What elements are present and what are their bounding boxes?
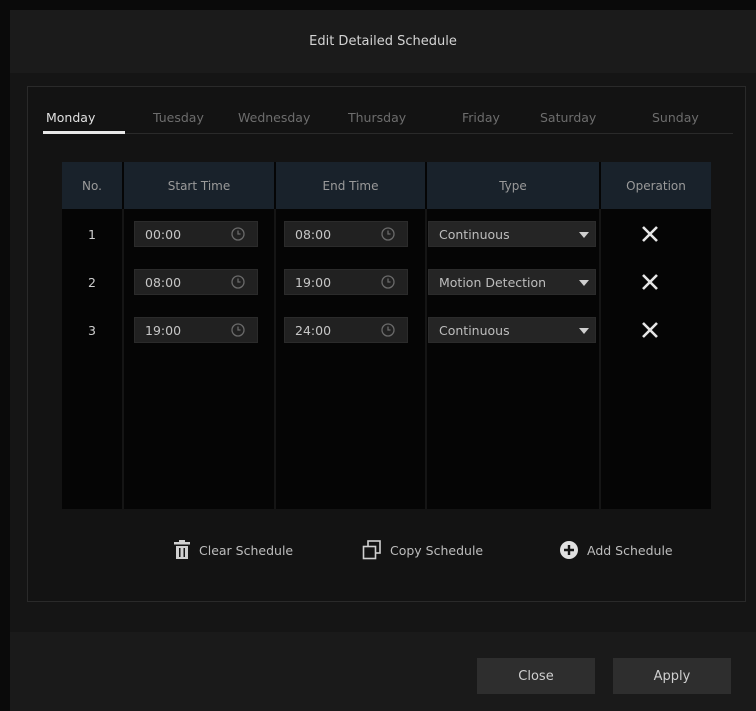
type-value: Continuous xyxy=(439,322,510,338)
close-icon xyxy=(642,226,658,242)
clock-icon[interactable] xyxy=(381,323,395,337)
tab-saturday[interactable]: Saturday xyxy=(540,110,596,125)
row-number: 2 xyxy=(88,274,96,290)
delete-row-button[interactable] xyxy=(637,317,663,343)
type-value: Motion Detection xyxy=(439,274,547,290)
chevron-down-icon xyxy=(579,328,589,334)
header-start-time: Start Time xyxy=(124,162,276,209)
tab-tuesday[interactable]: Tuesday xyxy=(153,110,204,125)
start-time-field[interactable]: 19:00 xyxy=(134,317,258,343)
tab-friday[interactable]: Friday xyxy=(462,110,500,125)
tab-thursday[interactable]: Thursday xyxy=(348,110,406,125)
delete-row-button[interactable] xyxy=(637,269,663,295)
copy-schedule-label: Copy Schedule xyxy=(390,542,484,558)
start-time-value: 19:00 xyxy=(145,322,182,338)
clear-schedule-button[interactable]: Clear Schedule xyxy=(173,535,293,565)
type-value: Continuous xyxy=(439,226,510,242)
tab-active-indicator xyxy=(43,131,125,134)
close-icon xyxy=(642,274,658,290)
type-select[interactable]: Continuous xyxy=(428,317,596,343)
start-time-value: 00:00 xyxy=(145,226,182,242)
clock-icon[interactable] xyxy=(381,227,395,241)
table-row: 2 08:00 19:00 Motion Detection xyxy=(62,266,711,298)
clock-icon[interactable] xyxy=(231,323,245,337)
header-end-time: End Time xyxy=(276,162,427,209)
add-schedule-label: Add Schedule xyxy=(587,542,673,558)
start-time-field[interactable]: 00:00 xyxy=(134,221,258,247)
start-time-field[interactable]: 08:00 xyxy=(134,269,258,295)
day-tabs: Monday Tuesday Wednesday Thursday Friday… xyxy=(43,102,733,136)
chevron-down-icon xyxy=(579,232,589,238)
table-header: No. Start Time End Time Type Operation xyxy=(62,162,711,209)
type-select[interactable]: Motion Detection xyxy=(428,269,596,295)
column-divider xyxy=(276,209,427,509)
end-time-field[interactable]: 19:00 xyxy=(284,269,408,295)
clock-icon[interactable] xyxy=(231,275,245,289)
close-button[interactable]: Close xyxy=(477,658,595,694)
column-divider xyxy=(62,209,124,509)
tab-wednesday[interactable]: Wednesday xyxy=(238,110,310,125)
plus-circle-icon xyxy=(559,540,579,560)
row-number: 1 xyxy=(88,226,96,242)
end-time-field[interactable]: 24:00 xyxy=(284,317,408,343)
trash-icon xyxy=(173,540,191,560)
apply-button[interactable]: Apply xyxy=(613,658,731,694)
tab-monday[interactable]: Monday xyxy=(46,110,95,125)
type-select[interactable]: Continuous xyxy=(428,221,596,247)
start-time-value: 08:00 xyxy=(145,274,182,290)
header-operation: Operation xyxy=(601,162,711,209)
close-icon xyxy=(642,322,658,338)
table-row: 3 19:00 24:00 Continuous xyxy=(62,314,711,346)
row-number: 3 xyxy=(88,322,96,338)
tab-divider xyxy=(43,133,733,134)
column-divider xyxy=(124,209,276,509)
chevron-down-icon xyxy=(579,280,589,286)
end-time-value: 08:00 xyxy=(295,226,332,242)
end-time-value: 19:00 xyxy=(295,274,332,290)
clock-icon[interactable] xyxy=(381,275,395,289)
end-time-value: 24:00 xyxy=(295,322,332,338)
copy-schedule-button[interactable]: Copy Schedule xyxy=(362,535,483,565)
delete-row-button[interactable] xyxy=(637,221,663,247)
table-row: 1 00:00 08:00 Continuous xyxy=(62,218,711,250)
clear-schedule-label: Clear Schedule xyxy=(199,542,294,558)
copy-icon xyxy=(362,540,382,560)
dialog-title: Edit Detailed Schedule xyxy=(10,10,756,73)
header-type: Type xyxy=(427,162,601,209)
add-schedule-button[interactable]: Add Schedule xyxy=(559,535,673,565)
clock-icon[interactable] xyxy=(231,227,245,241)
tab-sunday[interactable]: Sunday xyxy=(652,110,699,125)
column-divider xyxy=(427,209,601,509)
end-time-field[interactable]: 08:00 xyxy=(284,221,408,247)
header-no: No. xyxy=(62,162,124,209)
schedule-table: No. Start Time End Time Type Operation 1… xyxy=(62,162,711,509)
